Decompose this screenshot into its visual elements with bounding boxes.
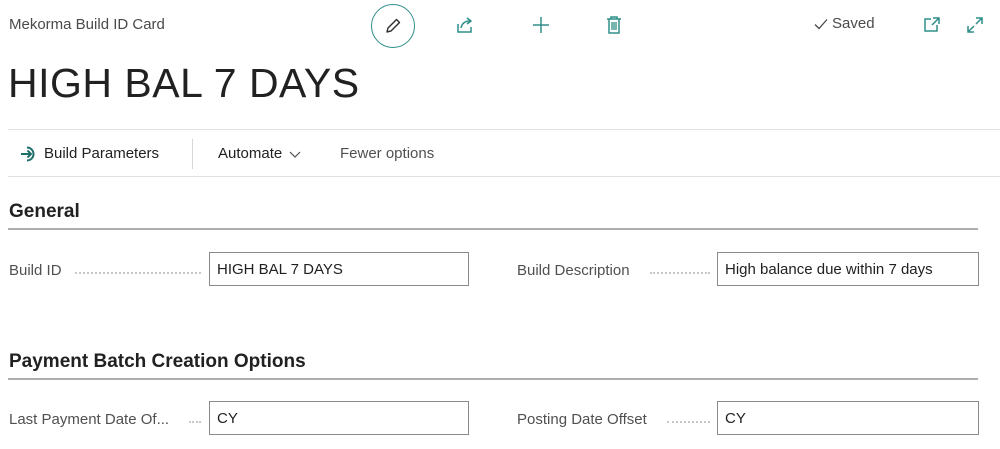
posting-date-offset-label: Posting Date Offset — [517, 411, 647, 428]
build-id-leader — [75, 272, 201, 275]
expand-button[interactable] — [963, 13, 987, 37]
last-payment-date-offset-label: Last Payment Date Of... — [9, 411, 170, 428]
posting-date-offset-field[interactable] — [717, 401, 979, 435]
edit-button[interactable] — [371, 4, 415, 48]
build-description-label: Build Description — [517, 262, 630, 279]
trash-icon — [607, 16, 621, 34]
payment-batch-section-title[interactable]: Payment Batch Creation Options — [9, 351, 306, 373]
chevron-down-icon — [289, 151, 301, 158]
delete-button[interactable] — [602, 13, 626, 37]
share-icon — [457, 17, 472, 33]
general-section-title[interactable]: General — [9, 201, 80, 223]
expand-icon — [967, 17, 983, 33]
last-payment-date-leader — [189, 421, 201, 424]
automate-menu[interactable]: Automate — [218, 130, 302, 177]
build-parameters-action[interactable]: Build Parameters — [20, 130, 159, 177]
page-caption: Mekorma Build ID Card — [9, 16, 165, 33]
action-bar: Build Parameters Automate Fewer options — [8, 129, 1000, 177]
general-section-divider — [8, 228, 978, 230]
build-description-leader — [650, 272, 710, 275]
fewer-options-link[interactable]: Fewer options — [340, 130, 434, 177]
save-status-label: Saved — [832, 15, 875, 32]
arrow-in-icon — [21, 146, 35, 161]
plus-icon — [533, 17, 549, 33]
build-id-field[interactable] — [209, 252, 469, 286]
last-payment-date-offset-field[interactable] — [209, 401, 469, 435]
posting-date-offset-leader — [667, 421, 710, 424]
share-button[interactable] — [453, 13, 477, 37]
build-parameters-label: Build Parameters — [44, 145, 160, 162]
payment-batch-section-divider — [8, 378, 978, 380]
edit-icon — [386, 18, 401, 33]
build-id-label: Build ID — [9, 262, 62, 279]
save-status: Saved — [813, 15, 875, 32]
action-separator — [192, 139, 193, 169]
automate-label: Automate — [218, 145, 283, 162]
top-bar: Mekorma Build ID Card Saved — [0, 0, 1000, 52]
new-button[interactable] — [529, 13, 553, 37]
open-new-window-button[interactable] — [920, 13, 944, 37]
page-title: HIGH BAL 7 DAYS — [8, 60, 360, 106]
build-description-field[interactable] — [717, 252, 979, 286]
popout-icon — [924, 17, 940, 32]
checkmark-icon — [814, 18, 828, 29]
